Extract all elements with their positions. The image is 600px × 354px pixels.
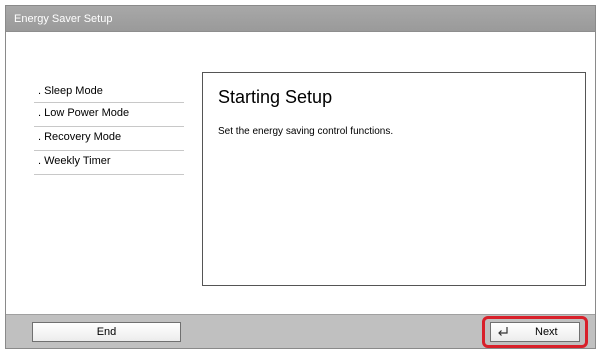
page-title: Starting Setup [218,87,333,107]
step-sleep-mode: . Sleep Mode [34,84,184,103]
window-title: Energy Saver Setup [6,6,595,32]
content-panel: Starting Setup Set the energy saving con… [202,72,586,286]
setup-window: Energy Saver Setup . Sleep Mode . Low Po… [5,5,596,349]
enter-return-icon [498,327,508,336]
step-recovery-mode: . Recovery Mode [34,127,184,151]
step-low-power-mode: . Low Power Mode [34,103,184,127]
end-button[interactable]: End [32,322,181,342]
step-weekly-timer: . Weekly Timer [34,151,184,175]
page-description: Set the energy saving control functions. [218,126,394,137]
step-list: . Sleep Mode . Low Power Mode . Recovery… [34,84,184,175]
bottom-bar: End Next [6,314,595,348]
next-button-label: Next [535,326,558,338]
next-button[interactable]: Next [490,322,580,342]
next-button-highlight: Next [482,316,588,348]
